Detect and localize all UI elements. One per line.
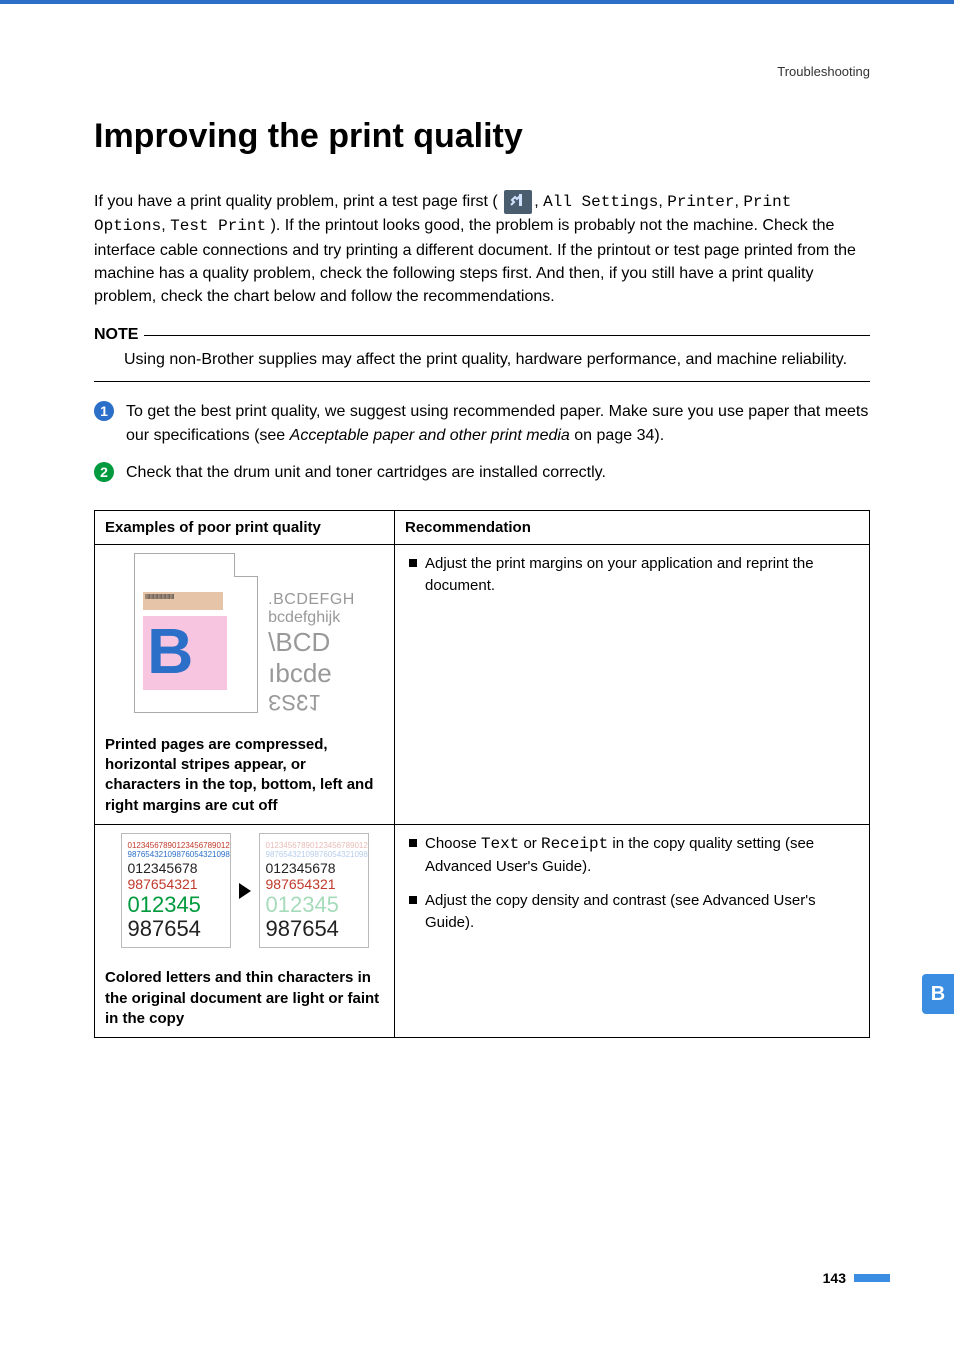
rec2a-mid: or xyxy=(523,835,541,852)
settings-tools-icon xyxy=(504,190,532,214)
ex1-line1: .BCDEFGH xyxy=(268,591,355,609)
ex2r-med-r: 987654321 xyxy=(266,876,362,893)
ex2l-big-g: 012345 xyxy=(128,893,224,917)
step-2-prefix: Check that the drum unit and toner cartr… xyxy=(126,464,606,481)
intro-text-a: If you have a print quality problem, pri… xyxy=(94,193,498,210)
note-body: Using non-Brother supplies may affect th… xyxy=(94,348,870,371)
comma-3: , xyxy=(734,193,743,210)
page-fold-icon xyxy=(234,553,258,577)
example-cell-2: 01234567890123456789012 9876543210987605… xyxy=(95,824,395,1037)
ex2r-big-g: 012345 xyxy=(266,893,362,917)
step-2: 2 Check that the drum unit and toner car… xyxy=(94,461,870,484)
ex2l-med-k: 012345678 xyxy=(128,860,224,877)
quality-table: Examples of poor print quality Recommend… xyxy=(94,510,870,1038)
step-badge-2: 2 xyxy=(94,462,114,482)
rec1-text: Adjust the print margins on your applica… xyxy=(425,555,814,594)
comma-2: , xyxy=(658,193,667,210)
menu-path-2: Printer xyxy=(667,193,734,211)
rec2a-pre: Choose xyxy=(425,835,481,852)
rec-item: Choose Text or Receipt in the copy quali… xyxy=(409,833,859,878)
note-block: NOTE Using non-Brother supplies may affe… xyxy=(94,326,870,382)
page-title: Improving the print quality xyxy=(94,117,870,156)
example1-page-graphic: |||||||||||||||||||||||||||||||||||| B xyxy=(134,553,258,713)
example1-barcode: |||||||||||||||||||||||||||||||||||| xyxy=(143,592,223,610)
page-number: 143 xyxy=(823,1270,846,1286)
ex1-line5: ƐƧ↋1 xyxy=(268,689,355,715)
example1-caption: Printed pages are compressed, horizontal… xyxy=(105,735,384,816)
page-footer: 143 xyxy=(823,1270,890,1286)
table-row: |||||||||||||||||||||||||||||||||||| B .… xyxy=(95,544,870,824)
ex1-line4: ıbcde xyxy=(268,658,355,689)
step-1-text: To get the best print quality, we sugges… xyxy=(126,400,870,446)
breadcrumb: Troubleshooting xyxy=(94,64,870,79)
section-tab-b[interactable]: B xyxy=(922,974,954,1014)
intro-paragraph: If you have a print quality problem, pri… xyxy=(94,190,870,308)
table-row: 01234567890123456789012 9876543210987605… xyxy=(95,824,870,1037)
ex2l-tiny-b: 98765432109876054321098 xyxy=(128,851,224,860)
ex1-line3: \BCD xyxy=(268,627,355,658)
th-recommendation: Recommendation xyxy=(395,510,870,544)
example2-caption: Colored letters and thin characters in t… xyxy=(105,968,384,1029)
menu-path-1: All Settings xyxy=(543,193,658,211)
rec2a-mono1: Text xyxy=(481,835,519,853)
example1-big-b: B xyxy=(143,616,227,690)
note-line-bottom xyxy=(94,381,870,382)
example2-copy: 01234567890123456789012 9876543210987605… xyxy=(259,833,369,949)
example2-original: 01234567890123456789012 9876543210987605… xyxy=(121,833,231,949)
comma-1: , xyxy=(534,193,543,210)
recommendation-cell-1: Adjust the print margins on your applica… xyxy=(395,544,870,824)
arrow-right-icon xyxy=(239,883,251,899)
note-label: NOTE xyxy=(94,326,138,344)
comma-4: , xyxy=(161,217,170,234)
menu-path-4: Test Print xyxy=(170,217,266,235)
ex2r-big-k: 987654 xyxy=(266,917,362,941)
step-1-suffix: on page 34). xyxy=(574,427,664,444)
ex1-line2: bcdefghijk xyxy=(268,609,355,627)
example-cell-1: |||||||||||||||||||||||||||||||||||| B .… xyxy=(95,544,395,824)
step-2-text: Check that the drum unit and toner cartr… xyxy=(126,461,606,484)
rec-item: Adjust the copy density and contrast (se… xyxy=(409,890,859,934)
footer-bar-icon xyxy=(854,1274,890,1282)
th-examples: Examples of poor print quality xyxy=(95,510,395,544)
step-badge-1: 1 xyxy=(94,401,114,421)
example1-cutoff-text: .BCDEFGH bcdefghijk \BCD ıbcde ƐƧ↋1 xyxy=(268,553,355,715)
ex2r-tiny-b: 98765432109876054321098 xyxy=(266,851,362,860)
step-1: 1 To get the best print quality, we sugg… xyxy=(94,400,870,446)
acceptable-paper-link[interactable]: Acceptable paper and other print media xyxy=(290,427,570,444)
rec-item: Adjust the print margins on your applica… xyxy=(409,553,859,597)
note-line-top xyxy=(144,335,870,336)
ex2r-med-k: 012345678 xyxy=(266,860,362,877)
page-content: Troubleshooting Improving the print qual… xyxy=(0,4,954,1038)
ex2l-big-k: 987654 xyxy=(128,917,224,941)
steps-list: 1 To get the best print quality, we sugg… xyxy=(94,400,870,484)
rec2b-text: Adjust the copy density and contrast (se… xyxy=(425,892,816,931)
rec2a-mono2: Receipt xyxy=(541,835,608,853)
ex2l-med-r: 987654321 xyxy=(128,876,224,893)
recommendation-cell-2: Choose Text or Receipt in the copy quali… xyxy=(395,824,870,1037)
